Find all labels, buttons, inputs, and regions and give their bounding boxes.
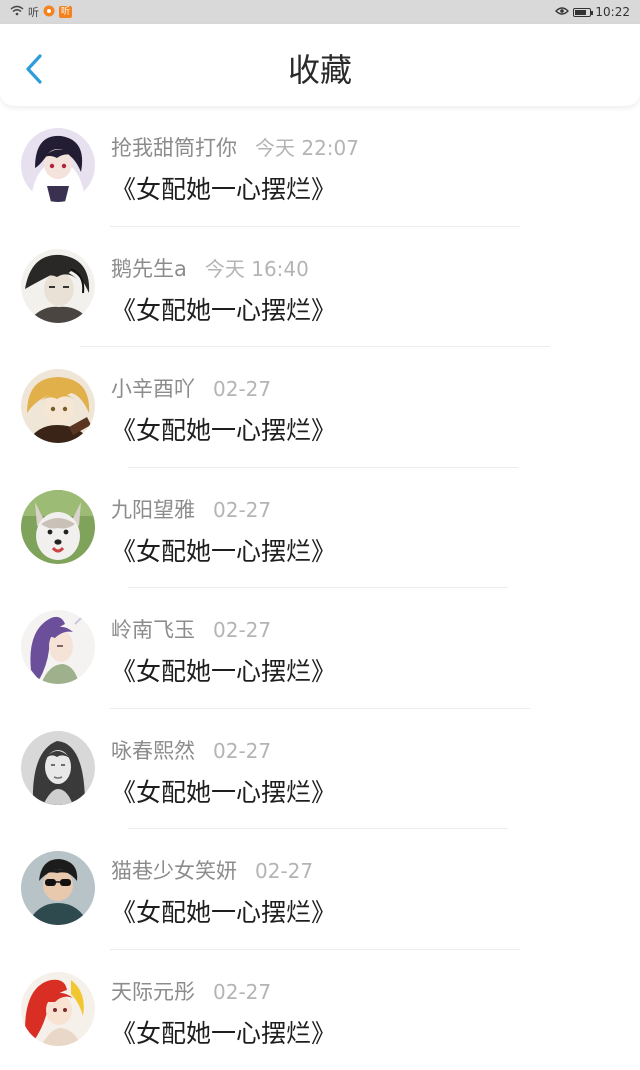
avatar[interactable] [21, 249, 95, 323]
username[interactable]: 抢我甜筒打你 [111, 132, 237, 162]
page-title: 收藏 [0, 50, 640, 90]
list-item[interactable]: 咏春熙然 02-27 《女配她一心摆烂》 [0, 709, 640, 830]
item-meta: 小辛酉吖 02-27 [111, 373, 271, 403]
timestamp: 02-27 [213, 618, 271, 642]
avatar[interactable] [21, 369, 95, 443]
list-item[interactable]: 岭南飞玉 02-27 《女配她一心摆烂》 [0, 588, 640, 709]
avatar[interactable] [21, 972, 95, 1046]
notification-icon [43, 5, 55, 20]
book-title[interactable]: 《女配她一心摆烂》 [111, 411, 336, 447]
list-item[interactable]: 猫巷少女笑妍 02-27 《女配她一心摆烂》 [0, 829, 640, 950]
favorites-list: 抢我甜筒打你 今天 22:07 《女配她一心摆烂》 鹅先生a 今天 16:40 … [0, 106, 640, 1070]
username[interactable]: 鹅先生a [111, 253, 187, 283]
book-title[interactable]: 《女配她一心摆烂》 [111, 652, 336, 688]
list-item[interactable]: 抢我甜筒打你 今天 22:07 《女配她一心摆烂》 [0, 106, 640, 227]
timestamp: 今天 16:40 [205, 253, 309, 282]
list-item[interactable]: 小辛酉吖 02-27 《女配她一心摆烂》 [0, 347, 640, 468]
battery-icon [573, 8, 591, 17]
item-meta: 九阳望雅 02-27 [111, 494, 271, 524]
avatar[interactable] [21, 851, 95, 925]
status-bar-right: 10:22 [555, 5, 630, 19]
avatar-sunglasses-man-icon [21, 851, 95, 925]
avatar[interactable] [21, 128, 95, 202]
book-title[interactable]: 《女配她一心摆烂》 [111, 170, 336, 206]
timestamp: 02-27 [255, 859, 313, 883]
book-title[interactable]: 《女配她一心摆烂》 [111, 773, 336, 809]
wifi-icon [10, 5, 24, 19]
avatar-purple-hair-illustration-icon [21, 610, 95, 684]
list-item[interactable]: 天际元彤 02-27 《女配她一心摆烂》 [0, 950, 640, 1070]
item-meta: 岭南飞玉 02-27 [111, 614, 271, 644]
status-bar: 听 听 10:22 [0, 0, 640, 24]
username[interactable]: 岭南飞玉 [111, 614, 195, 644]
eye-icon [555, 5, 569, 19]
avatar[interactable] [21, 490, 95, 564]
username[interactable]: 咏春熙然 [111, 735, 195, 765]
list-item[interactable]: 鹅先生a 今天 16:40 《女配她一心摆烂》 [0, 227, 640, 348]
username[interactable]: 猫巷少女笑妍 [111, 855, 237, 885]
item-meta: 咏春熙然 02-27 [111, 735, 271, 765]
item-meta: 鹅先生a 今天 16:40 [111, 253, 309, 283]
item-meta: 天际元彤 02-27 [111, 976, 271, 1006]
timestamp: 02-27 [213, 739, 271, 763]
avatar-dark-hair-anime-icon [21, 128, 95, 202]
avatar[interactable] [21, 610, 95, 684]
book-title[interactable]: 《女配她一心摆烂》 [111, 1014, 336, 1050]
header-bar: 收藏 [0, 24, 640, 106]
timestamp: 02-27 [213, 980, 271, 1004]
timestamp: 02-27 [213, 498, 271, 522]
book-title[interactable]: 《女配她一心摆烂》 [111, 532, 336, 568]
avatar-red-hair-anime-icon [21, 972, 95, 1046]
avatar-blonde-anime-icon [21, 369, 95, 443]
item-meta: 猫巷少女笑妍 02-27 [111, 855, 313, 885]
username[interactable]: 九阳望雅 [111, 494, 195, 524]
app-badge-icon: 听 [59, 6, 72, 18]
username[interactable]: 小辛酉吖 [111, 373, 195, 403]
status-time: 10:22 [595, 5, 630, 19]
timestamp: 今天 22:07 [255, 132, 359, 161]
item-meta: 抢我甜筒打你 今天 22:07 [111, 132, 359, 162]
status-bar-left: 听 听 [10, 4, 72, 20]
avatar[interactable] [21, 731, 95, 805]
list-item[interactable]: 九阳望雅 02-27 《女配她一心摆烂》 [0, 468, 640, 589]
username[interactable]: 天际元彤 [111, 976, 195, 1006]
book-title[interactable]: 《女配她一心摆烂》 [111, 893, 336, 929]
avatar-bw-portrait-icon [21, 731, 95, 805]
timestamp: 02-27 [213, 377, 271, 401]
book-title[interactable]: 《女配她一心摆烂》 [111, 291, 336, 327]
status-left-label: 听 [28, 4, 39, 20]
avatar-husky-dog-icon [21, 490, 95, 564]
avatar-sketch-character-icon [21, 249, 95, 323]
